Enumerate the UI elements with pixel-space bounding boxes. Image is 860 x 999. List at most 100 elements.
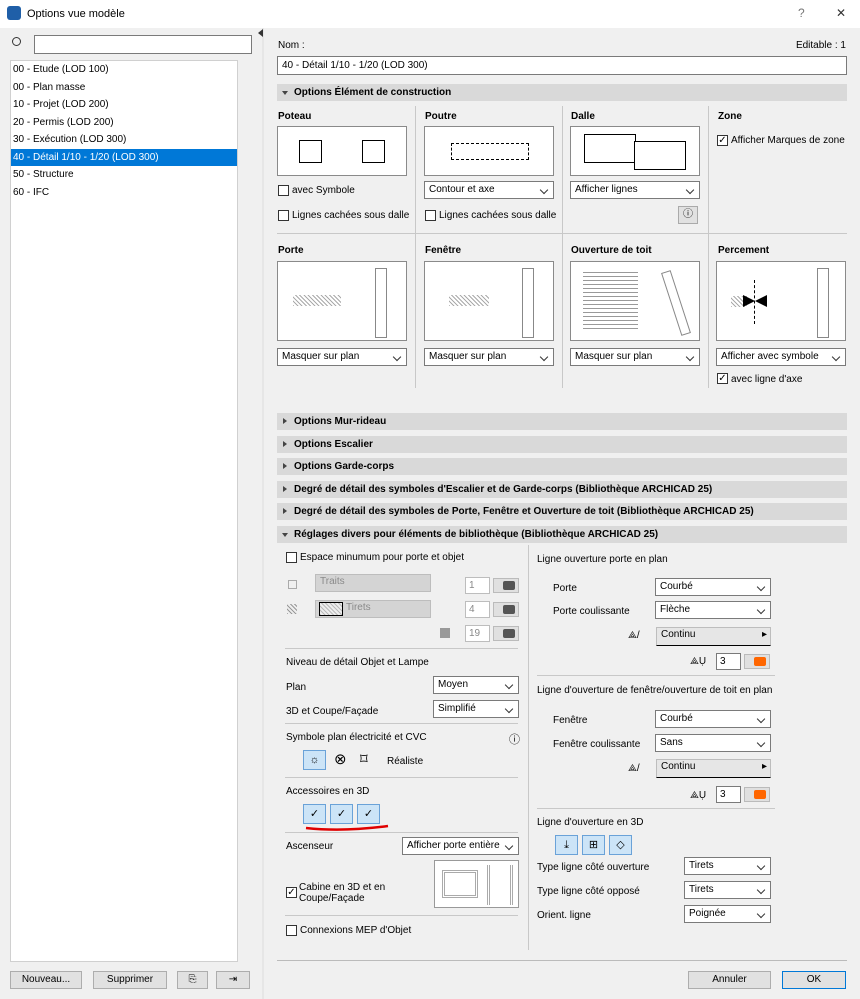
import-icon[interactable]: ⎘	[177, 971, 208, 989]
title-bar: Options vue modèle ? ✕	[0, 0, 860, 28]
mep-label: Connexions MEP d'Objet	[300, 925, 412, 936]
porte-preview	[277, 261, 407, 341]
poteau-preview	[277, 126, 407, 176]
collapse-arrow-icon[interactable]	[258, 29, 263, 37]
view-list-item[interactable]: 30 - Exécution (LOD 300)	[11, 131, 237, 149]
espace-label: Espace minumum pour porte et objet	[300, 552, 464, 563]
espace-checkbox[interactable]	[286, 552, 297, 563]
fenetre-label: Fenêtre	[553, 715, 588, 726]
new-button[interactable]: Nouveau...	[10, 971, 82, 989]
line1-selector[interactable]: Continu ▸	[656, 627, 771, 646]
export-icon[interactable]: ⇥	[216, 971, 250, 989]
section-degre-escalier[interactable]: Degré de détail des symboles d'Escalier …	[277, 481, 847, 498]
accessory-faucet-icon[interactable]: ✓	[330, 804, 353, 824]
close-button[interactable]: ✕	[836, 6, 846, 20]
zone-marks-checkbox[interactable]: ✓	[717, 135, 728, 146]
cabine-checkbox[interactable]: ✓	[286, 887, 297, 898]
pen-a-color[interactable]	[744, 654, 770, 669]
toit-title: Ouverture de toit	[571, 245, 652, 256]
info-icon[interactable]: ⓘ	[509, 731, 520, 747]
name-input[interactable]	[277, 56, 847, 75]
realistic-icon[interactable]: ⌑	[360, 750, 368, 768]
porte-title: Porte	[278, 245, 304, 256]
fenetre-title: Fenêtre	[425, 245, 462, 256]
lamp-symbol-icon[interactable]: ☼	[303, 750, 326, 770]
info-button[interactable]: ⓘ	[678, 206, 698, 224]
view-list-item[interactable]: 40 - Détail 1/10 - 1/20 (LOD 300)	[11, 148, 237, 166]
pen-b-color[interactable]	[744, 787, 770, 802]
pen-b-input[interactable]: 3	[716, 786, 741, 803]
pen-color-2	[493, 602, 519, 617]
view-list-item[interactable]: 10 - Projet (LOD 200)	[11, 96, 237, 114]
view-list-item[interactable]: 00 - Plan masse	[11, 79, 237, 97]
name-label: Nom :	[278, 40, 305, 51]
percement-axis-checkbox[interactable]: ✓	[717, 373, 728, 384]
toit-select[interactable]: Masquer sur plan	[570, 348, 700, 366]
view-list-item[interactable]: 60 - IFC	[11, 184, 237, 202]
search-input[interactable]	[34, 35, 252, 54]
ascenseur-select[interactable]: Afficher porte entière	[402, 837, 519, 855]
divider	[285, 915, 518, 916]
opening-3d-icon-2[interactable]: ⊞	[582, 835, 605, 855]
view-list-item[interactable]: 50 - Structure	[11, 166, 237, 184]
opening-3d-icon-3[interactable]: ◇	[609, 835, 632, 855]
ok-button[interactable]: OK	[782, 971, 846, 989]
section-escalier[interactable]: Options Escalier	[277, 436, 847, 453]
section-construction[interactable]: Options Élément de construction	[277, 84, 847, 101]
toit-preview	[570, 261, 700, 341]
divider	[285, 648, 518, 649]
coupe-select[interactable]: Simplifié	[433, 700, 519, 718]
divider	[528, 545, 529, 950]
accessory-cabinet-icon[interactable]: ✓	[303, 804, 326, 824]
view-list[interactable]: 00 - Etude (LOD 100) 00 - Plan masse 10 - …	[10, 60, 238, 962]
section-degre-porte[interactable]: Degré de détail des symboles de Porte, F…	[277, 503, 847, 520]
section-divers[interactable]: Réglages divers pour éléments de bibliot…	[277, 526, 847, 543]
type-ouverture-label: Type ligne côté ouverture	[537, 862, 650, 873]
pen-color-3	[493, 626, 519, 641]
mep-checkbox[interactable]	[286, 925, 297, 936]
opening-3d-icon-1[interactable]: ⤓	[555, 835, 578, 855]
fenetre-line-select[interactable]: Courbé	[655, 710, 771, 728]
poutre-select[interactable]: Contour et axe	[424, 181, 554, 199]
view-list-item[interactable]: 20 - Permis (LOD 200)	[11, 114, 237, 132]
porte-line-select[interactable]: Courbé	[655, 578, 771, 596]
poteau-hidden-checkbox[interactable]	[278, 210, 289, 221]
line2-selector[interactable]: Continu ▸	[656, 759, 771, 778]
cancel-button[interactable]: Annuler	[688, 971, 771, 989]
niveau-heading: Niveau de détail Objet et Lampe	[286, 657, 429, 668]
divider	[537, 675, 775, 676]
fenetre-select[interactable]: Masquer sur plan	[424, 348, 554, 366]
plan-select[interactable]: Moyen	[433, 676, 519, 694]
help-button[interactable]: ?	[798, 6, 805, 20]
accessory-handle-icon[interactable]: ✓	[357, 804, 380, 824]
poteau-title: Poteau	[278, 111, 312, 122]
type-ouverture-select[interactable]: Tirets	[684, 857, 771, 875]
fenetre-coulissante-select[interactable]: Sans	[655, 734, 771, 752]
delete-button[interactable]: Supprimer	[93, 971, 167, 989]
fenetre-plan-heading: Ligne d'ouverture de fenêtre/ouverture d…	[537, 685, 773, 696]
circle-cross-icon[interactable]: ⊗	[334, 750, 347, 768]
orient-label: Orient. ligne	[537, 910, 591, 921]
dalle-select[interactable]: Afficher lignes	[570, 181, 700, 199]
section-garde-corps[interactable]: Options Garde-corps	[277, 458, 847, 475]
editable-status: Editable : 1	[795, 40, 846, 51]
porte-coulissante-select[interactable]: Flèche	[655, 601, 771, 619]
app-logo-icon	[7, 6, 21, 20]
splitter[interactable]	[262, 28, 264, 999]
plan-label: Plan	[286, 682, 307, 693]
porte-coulissante-label: Porte coulissante	[553, 606, 630, 617]
orient-select[interactable]: Poignée	[684, 905, 771, 923]
type-oppose-select[interactable]: Tirets	[684, 881, 771, 899]
ascenseur-label: Ascenseur	[286, 841, 334, 852]
poutre-hidden-label: Lignes cachées sous dalle	[439, 210, 557, 221]
pen-4: 4	[465, 601, 490, 618]
window-title: Options vue modèle	[27, 8, 125, 20]
poteau-symbol-checkbox[interactable]	[278, 185, 289, 196]
pen-a-input[interactable]: 3	[716, 653, 741, 670]
coupe-label: 3D et Coupe/Façade	[286, 706, 379, 717]
section-mur-rideau[interactable]: Options Mur-rideau	[277, 413, 847, 430]
view-list-item[interactable]: 00 - Etude (LOD 100)	[11, 61, 237, 79]
poutre-hidden-checkbox[interactable]	[425, 210, 436, 221]
percement-select[interactable]: Afficher avec symbole	[716, 348, 846, 366]
porte-select[interactable]: Masquer sur plan	[277, 348, 407, 366]
